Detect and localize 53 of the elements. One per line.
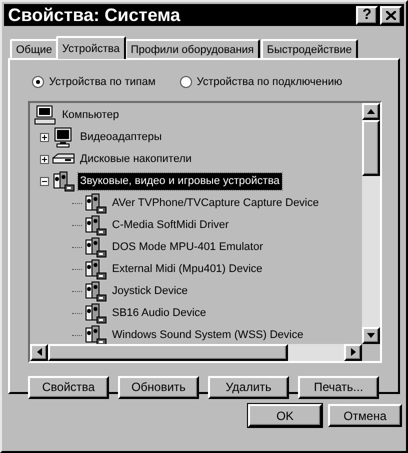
tree-item[interactable]: Joystick Device bbox=[110, 283, 190, 300]
radio-button[interactable] bbox=[180, 76, 192, 88]
expand-toggle[interactable] bbox=[40, 177, 49, 186]
horizontal-scrollbar[interactable] bbox=[30, 344, 362, 360]
tree-item[interactable]: AVer TVPhone/TVCapture Capture Device bbox=[110, 195, 321, 212]
up-arrow-icon bbox=[367, 108, 375, 114]
tree-item[interactable]: Компьютер bbox=[60, 107, 121, 124]
tree-item[interactable]: External Midi (Mpu401) Device bbox=[110, 261, 264, 278]
tab[interactable]: Устройства bbox=[56, 36, 126, 59]
left-arrow-icon bbox=[36, 348, 42, 356]
radio-option[interactable]: Устройства по подключению bbox=[180, 74, 342, 90]
scroll-thumb[interactable] bbox=[48, 344, 288, 360]
multimedia-device-icon bbox=[52, 171, 75, 192]
close-button[interactable] bbox=[380, 6, 402, 24]
expand-toggle[interactable] bbox=[40, 155, 49, 164]
multimedia-device-icon bbox=[84, 281, 107, 302]
tree-item[interactable]: C-Media SoftMidi Driver bbox=[110, 217, 231, 234]
window-title: Свойства: Система bbox=[8, 4, 182, 26]
help-button[interactable]: ? bbox=[356, 6, 378, 24]
multimedia-device-icon bbox=[84, 193, 107, 214]
device-tree[interactable] bbox=[28, 100, 382, 362]
down-arrow-icon bbox=[367, 332, 375, 338]
tab[interactable]: Общие bbox=[10, 39, 58, 58]
device-action-button[interactable]: Свойства bbox=[28, 376, 109, 398]
tree-item[interactable]: DOS Mode MPU-401 Emulator bbox=[110, 239, 265, 256]
tab[interactable]: Быстродействие bbox=[260, 39, 358, 58]
device-action-button[interactable]: Удалить bbox=[208, 376, 289, 398]
scroll-thumb[interactable] bbox=[362, 120, 380, 176]
tree-item[interactable]: Звуковые, видео и игровые устройства bbox=[78, 173, 282, 190]
multimedia-device-icon bbox=[84, 215, 107, 236]
tree-item[interactable]: SB16 Audio Device bbox=[110, 305, 208, 322]
dialog-button[interactable]: OK bbox=[248, 404, 322, 427]
scroll-right-button[interactable] bbox=[344, 344, 362, 360]
multimedia-device-icon bbox=[84, 259, 107, 280]
tree-item[interactable]: Видеоадаптеры bbox=[78, 129, 164, 146]
close-icon bbox=[386, 10, 396, 20]
radio-option[interactable]: Устройства по типам bbox=[32, 74, 156, 90]
tree-item[interactable]: Windows Sound System (WSS) Device bbox=[110, 327, 306, 344]
multimedia-device-icon bbox=[84, 237, 107, 258]
device-action-button[interactable]: Обновить bbox=[118, 376, 199, 398]
scroll-up-button[interactable] bbox=[362, 102, 380, 120]
vertical-scrollbar[interactable] bbox=[362, 102, 380, 344]
right-arrow-icon bbox=[350, 348, 356, 356]
scroll-left-button[interactable] bbox=[30, 344, 48, 360]
tab[interactable]: Профили оборудования bbox=[124, 39, 260, 58]
computer-icon bbox=[34, 105, 57, 126]
scroll-down-button[interactable] bbox=[362, 326, 380, 344]
multimedia-device-icon bbox=[84, 303, 107, 324]
expand-toggle[interactable] bbox=[40, 133, 49, 142]
dialog-button[interactable]: Отмена bbox=[328, 404, 402, 427]
device-action-button[interactable]: Печать... bbox=[298, 376, 379, 398]
tree-item[interactable]: Дисковые накопители bbox=[78, 151, 194, 168]
radio-button[interactable] bbox=[32, 76, 44, 88]
